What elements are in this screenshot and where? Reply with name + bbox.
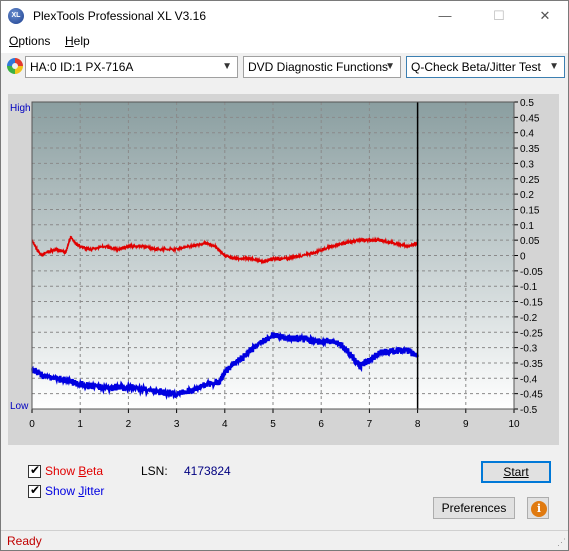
start-button[interactable]: Start — [481, 461, 551, 483]
y-tick-label: 0.25 — [520, 175, 540, 186]
y-tick-label: -0.15 — [520, 298, 543, 309]
test-select[interactable]: Q-Check Beta/Jitter Test ▼ — [406, 56, 565, 78]
x-tick-label: 10 — [508, 419, 520, 430]
checkmark-icon: ✔ — [30, 483, 41, 497]
y-tick-label: -0.35 — [520, 359, 543, 370]
menu-options-rest: ptions — [18, 34, 51, 48]
menu-options[interactable]: Options — [9, 34, 50, 48]
function-select-value: DVD Diagnostic Functions — [248, 60, 389, 74]
status-bar: Ready ⋰ — [1, 530, 568, 550]
x-tick-label: 2 — [126, 419, 132, 430]
show-jitter-rest: itter — [84, 484, 105, 498]
show-beta-checkbox[interactable]: ✔ — [28, 463, 41, 478]
beta-jitter-chart: 0.5 0.45 0.4 0.35 0.3 0.25 0.2 0.15 0.1 0.05 0 -0.0… — [8, 94, 559, 445]
left-axis-high-label: High — [10, 103, 31, 114]
lsn-label: LSN: — [141, 464, 168, 478]
x-tick-label: 9 — [463, 419, 469, 430]
y-tick-label: 0.5 — [520, 98, 534, 109]
y-tick-label: -0.2 — [520, 313, 538, 324]
show-jitter-label[interactable]: Show Jitter — [45, 484, 104, 498]
x-tick-label: 3 — [174, 419, 180, 430]
disc-drive-icon — [7, 58, 23, 74]
x-tick-label: 1 — [77, 419, 83, 430]
y-tick-label: -0.05 — [520, 267, 543, 278]
x-tick-label: 8 — [415, 419, 421, 430]
y-tick-label: 0.15 — [520, 205, 540, 216]
y-tick-label: 0.4 — [520, 129, 534, 140]
drive-select[interactable]: HA:0 ID:1 PX-716A ▼ — [25, 56, 238, 78]
menu-help-rest: elp — [73, 34, 90, 48]
x-tick-label: 0 — [29, 419, 35, 430]
plextools-window: XL PlexTools Professional XL V3.16 — ☐ ✕… — [0, 0, 569, 551]
y-tick-label: 0.45 — [520, 113, 540, 124]
chevron-down-icon: ▼ — [549, 61, 559, 72]
menu-help-accel: H — [65, 34, 74, 48]
x-tick-label: 7 — [367, 419, 373, 430]
menu-options-accel: O — [9, 34, 19, 48]
drive-select-value: HA:0 ID:1 PX-716A — [30, 60, 134, 74]
y-tick-label: -0.25 — [520, 328, 543, 339]
minimize-button[interactable]: — — [422, 1, 468, 31]
y-tick-label: 0.05 — [520, 236, 540, 247]
info-button[interactable]: i — [527, 497, 549, 519]
close-button[interactable]: ✕ — [522, 1, 568, 31]
y-tick-label: -0.3 — [520, 344, 538, 355]
lsn-value: 4173824 — [184, 464, 231, 478]
function-select[interactable]: DVD Diagnostic Functions ▼ — [243, 56, 401, 78]
y-tick-label: -0.4 — [520, 374, 538, 385]
resize-grip-icon[interactable]: ⋰ — [557, 537, 566, 548]
x-tick-label: 4 — [222, 419, 228, 430]
y-tick-label: 0.35 — [520, 144, 540, 155]
chevron-down-icon: ▼ — [222, 61, 232, 72]
y-tick-label: -0.45 — [520, 390, 543, 401]
show-jitter-checkbox[interactable]: ✔ — [28, 483, 41, 498]
menu-help[interactable]: Help — [65, 34, 90, 48]
title-bar: XL PlexTools Professional XL V3.16 — ☐ ✕ — [1, 1, 568, 31]
toolbar: HA:0 ID:1 PX-716A ▼ DVD Diagnostic Funct… — [1, 53, 568, 81]
show-beta-label[interactable]: Show Beta — [45, 464, 103, 478]
preferences-button[interactable]: Preferences — [433, 497, 515, 519]
plextools-app-icon: XL — [8, 8, 24, 24]
start-button-label: Start — [503, 465, 529, 479]
y-tick-labels: 0.5 0.45 0.4 0.35 0.3 0.25 0.2 0.15 0.1 0.05 0 -0.0… — [514, 98, 543, 416]
checkmark-icon: ✔ — [30, 463, 41, 477]
show-beta-rest: eta — [86, 464, 104, 478]
chevron-down-icon: ▼ — [385, 61, 395, 72]
y-tick-label: 0.1 — [520, 221, 534, 232]
left-axis-low-label: Low — [10, 401, 29, 412]
chart-svg: 0.5 0.45 0.4 0.35 0.3 0.25 0.2 0.15 0.1 0.05 0 -0.0… — [10, 98, 543, 430]
preferences-button-label: Preferences — [441, 501, 507, 515]
show-jitter-prefix: Show — [45, 484, 79, 498]
y-tick-label: 0 — [520, 252, 526, 263]
y-tick-label: -0.5 — [520, 405, 538, 416]
y-tick-label: -0.1 — [520, 282, 538, 293]
info-icon: i — [531, 501, 547, 517]
controls-panel: ✔ Show Beta ✔ Show Jitter LSN: 4173824 S… — [1, 451, 568, 529]
grid-lines — [32, 102, 514, 409]
window-title: PlexTools Professional XL V3.16 — [33, 9, 206, 23]
x-tick-label: 6 — [318, 419, 324, 430]
x-tick-label: 5 — [270, 419, 276, 430]
maximize-button[interactable]: ☐ — [476, 1, 522, 31]
show-beta-prefix: Show — [45, 464, 79, 478]
y-tick-label: 0.2 — [520, 190, 534, 201]
menu-bar: Options Help — [1, 31, 568, 53]
test-select-value: Q-Check Beta/Jitter Test — [411, 60, 541, 74]
y-tick-label: 0.3 — [520, 159, 534, 170]
status-text: Ready — [7, 534, 42, 548]
x-tick-labels: 0 1 2 3 4 5 6 7 8 9 10 — [29, 409, 520, 430]
